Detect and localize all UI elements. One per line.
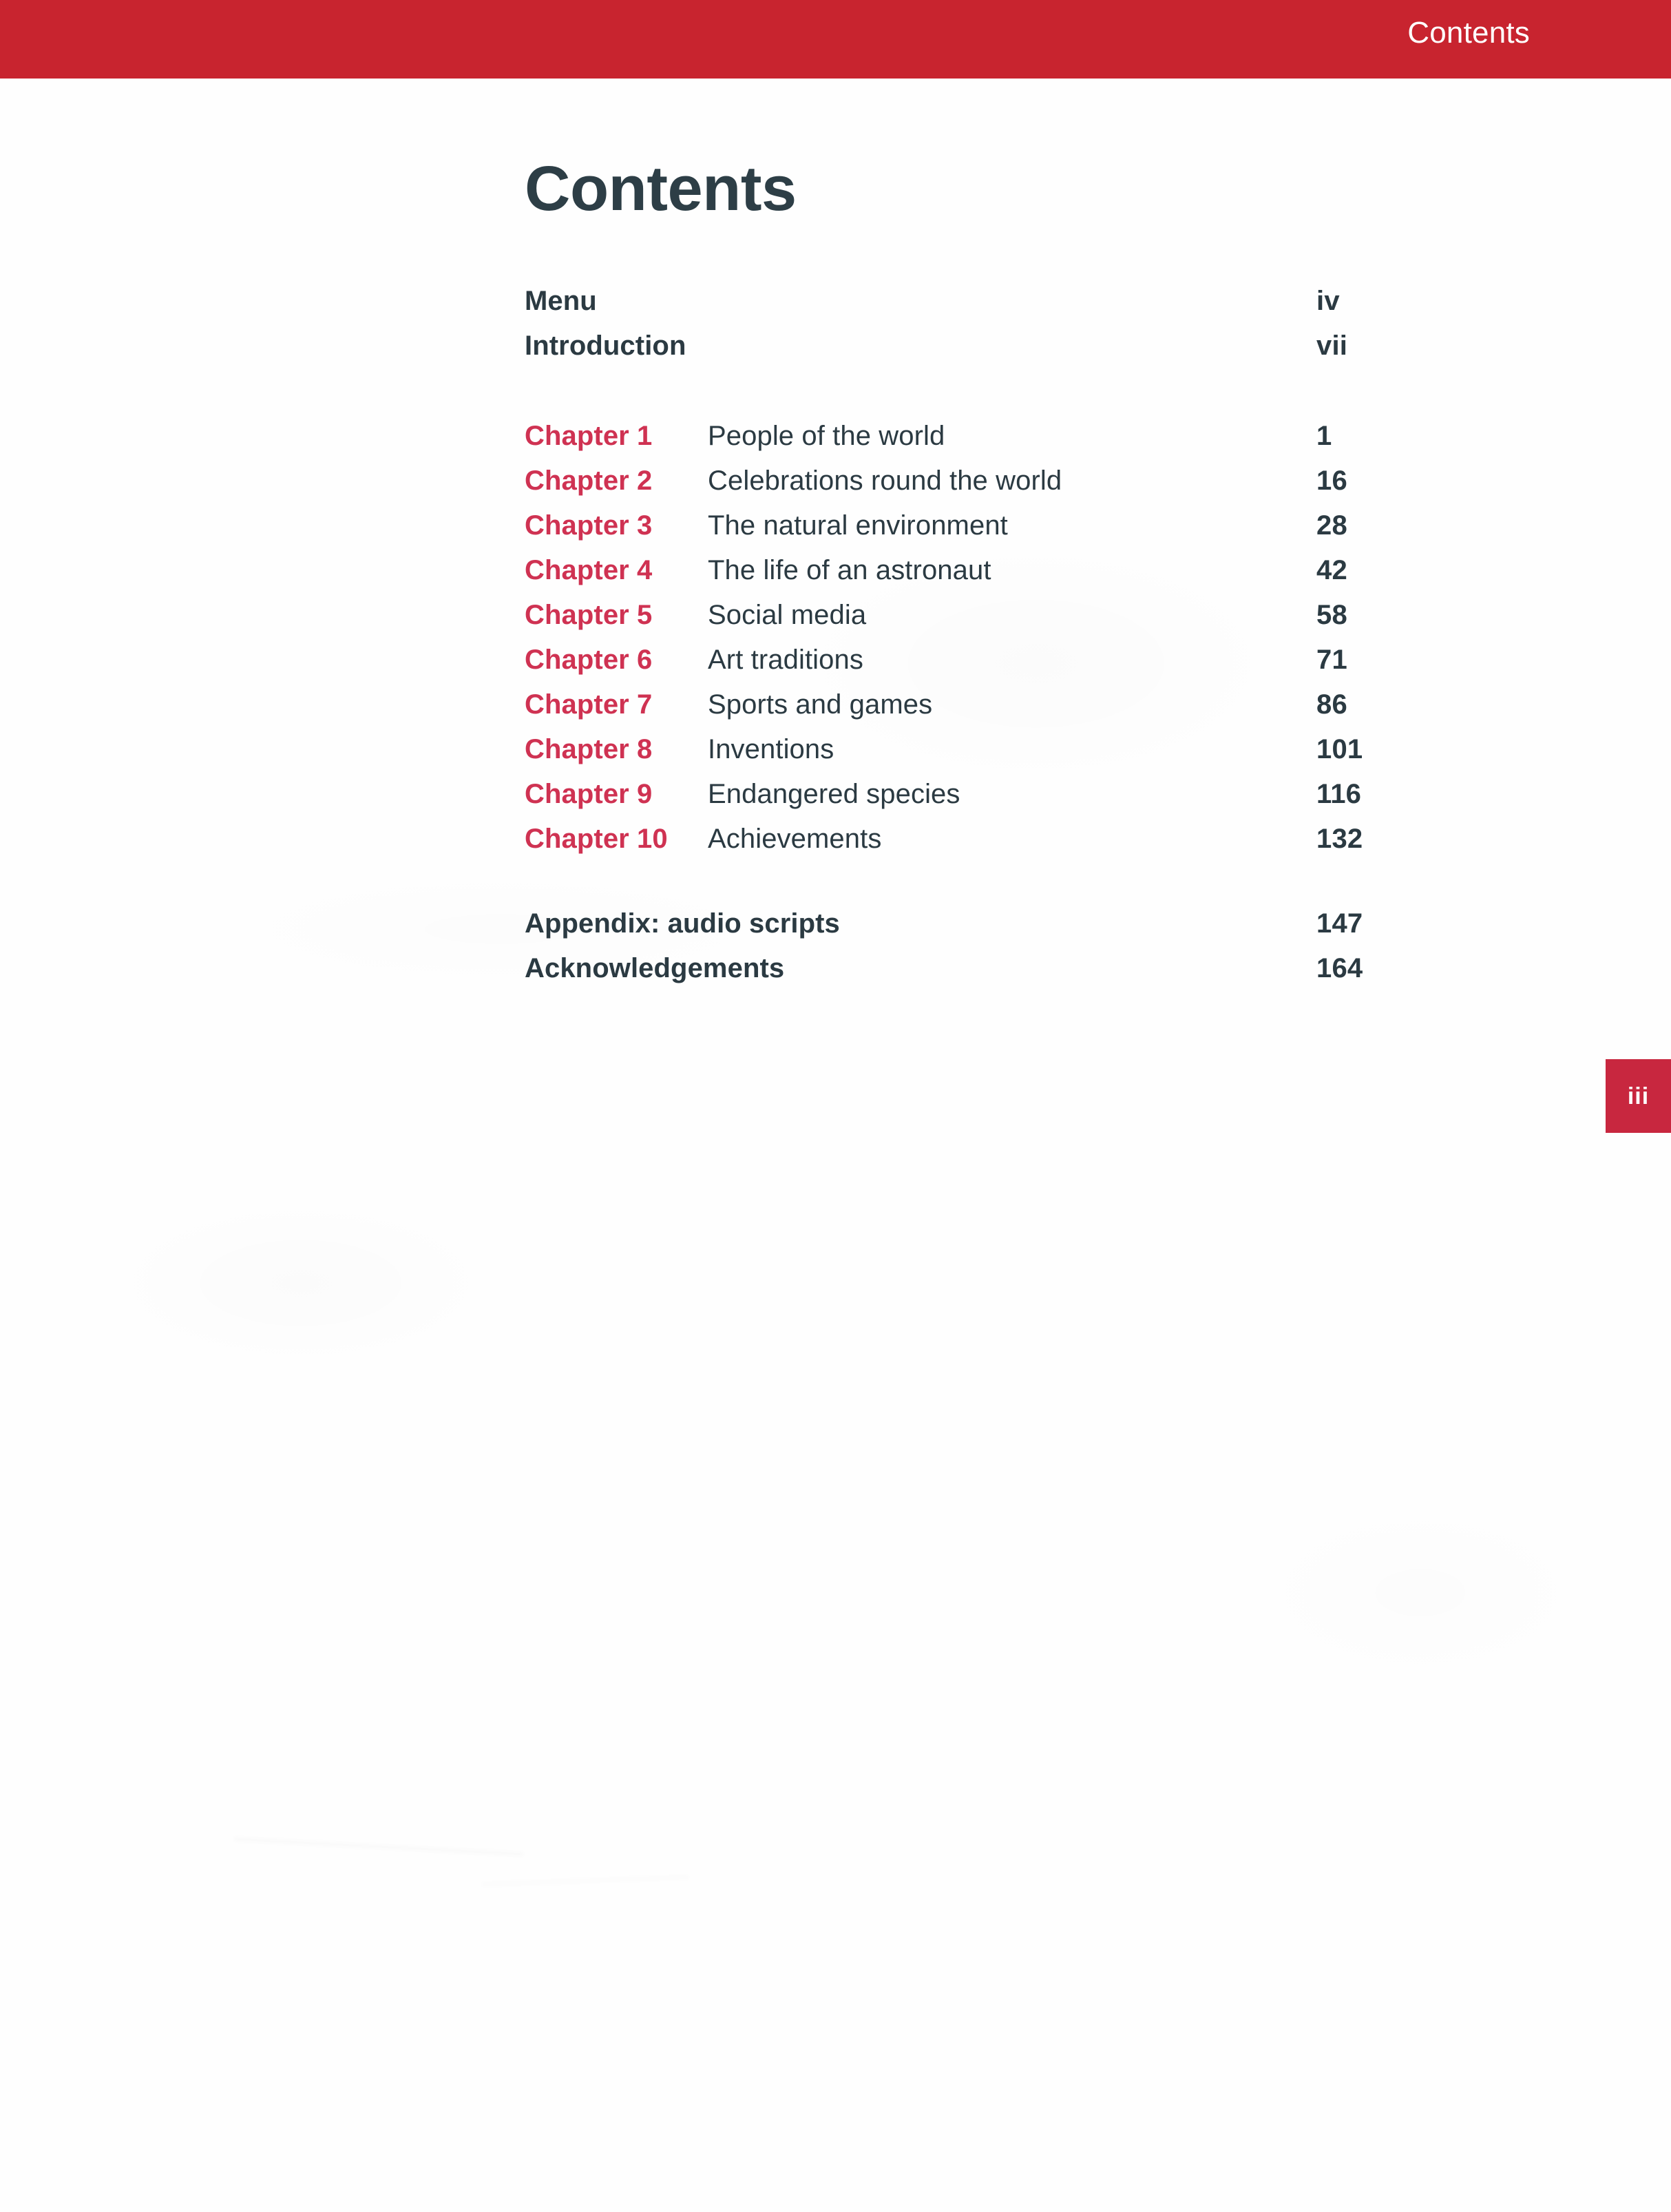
toc-entry-label: Acknowledgements [525, 953, 785, 983]
chapter-page: 116 [1316, 779, 1362, 809]
chapter-title: The natural environment [708, 510, 1008, 541]
scan-smudge-2 [482, 1877, 689, 1885]
chapter-number: Chapter 8 [525, 734, 653, 764]
chapter-title: Sports and games [708, 689, 933, 720]
chapter-page: 16 [1316, 466, 1347, 496]
chapter-page: 42 [1316, 555, 1347, 585]
chapter-page: 132 [1316, 824, 1363, 854]
toc-entry-page: vii [1316, 331, 1348, 361]
chapter-number: Chapter 9 [525, 779, 653, 809]
chapter-number: Chapter 2 [525, 466, 653, 496]
toc-row-chapter-10[interactable]: Chapter 10 Achievements 132 [525, 817, 1489, 862]
chapter-number: Chapter 4 [525, 555, 653, 585]
toc-row-chapter-1[interactable]: Chapter 1 People of the world 1 [525, 414, 1489, 459]
toc-row-introduction[interactable]: Introduction vii [525, 324, 1489, 368]
toc-entry-label: Appendix: audio scripts [525, 908, 840, 939]
chapter-title: Inventions [708, 734, 834, 764]
chapter-title: People of the world [708, 421, 945, 451]
chapter-number: Chapter 6 [525, 645, 653, 675]
page-number-tab-label: iii [1627, 1083, 1650, 1109]
running-head-title: Contents [1407, 16, 1530, 50]
chapter-page: 86 [1316, 689, 1347, 720]
toc-row-acknowledgements[interactable]: Acknowledgements 164 [525, 946, 1489, 991]
chapter-title: Endangered species [708, 779, 960, 809]
table-of-contents: Menu iv Introduction vii Chapter 1 Peopl… [525, 279, 1489, 991]
chapter-page: 71 [1316, 645, 1347, 675]
toc-row-chapter-6[interactable]: Chapter 6 Art traditions 71 [525, 638, 1489, 682]
page-number-tab: iii [1606, 1059, 1671, 1133]
chapter-page: 28 [1316, 510, 1347, 541]
book-page: Contents Contents Menu iv Introduction v… [0, 0, 1671, 2212]
toc-row-chapter-8[interactable]: Chapter 8 Inventions 101 [525, 727, 1489, 772]
toc-row-appendix[interactable]: Appendix: audio scripts 147 [525, 901, 1489, 946]
toc-row-menu[interactable]: Menu iv [525, 279, 1489, 324]
toc-row-chapter-2[interactable]: Chapter 2 Celebrations round the world 1… [525, 459, 1489, 503]
toc-row-chapter-5[interactable]: Chapter 5 Social media 58 [525, 593, 1489, 638]
chapter-title: Social media [708, 600, 867, 630]
toc-row-chapter-4[interactable]: Chapter 4 The life of an astronaut 42 [525, 548, 1489, 593]
chapter-page: 58 [1316, 600, 1347, 630]
toc-entry-page: 164 [1316, 953, 1363, 983]
toc-row-chapter-3[interactable]: Chapter 3 The natural environment 28 [525, 503, 1489, 548]
chapter-page: 101 [1316, 734, 1363, 764]
running-head-bar: Contents [0, 0, 1671, 79]
chapter-page: 1 [1316, 421, 1332, 451]
toc-entry-label: Menu [525, 286, 597, 316]
toc-entry-page: iv [1316, 286, 1340, 316]
chapter-title: The life of an astronaut [708, 555, 991, 585]
page-title: Contents [525, 154, 797, 224]
chapter-number: Chapter 5 [525, 600, 653, 630]
chapter-number: Chapter 7 [525, 689, 653, 720]
chapter-number: Chapter 1 [525, 421, 653, 451]
toc-entry-page: 147 [1316, 908, 1363, 939]
chapter-title: Celebrations round the world [708, 466, 1062, 496]
toc-entry-label: Introduction [525, 331, 686, 361]
scan-smudge-1 [234, 1838, 523, 1855]
running-head-inner: Contents [0, 0, 1671, 79]
chapter-title: Art traditions [708, 645, 863, 675]
toc-row-chapter-9[interactable]: Chapter 9 Endangered species 116 [525, 772, 1489, 817]
toc-row-chapter-7[interactable]: Chapter 7 Sports and games 86 [525, 682, 1489, 727]
chapter-title: Achievements [708, 824, 882, 854]
chapter-number: Chapter 10 [525, 824, 668, 854]
chapter-number: Chapter 3 [525, 510, 653, 541]
